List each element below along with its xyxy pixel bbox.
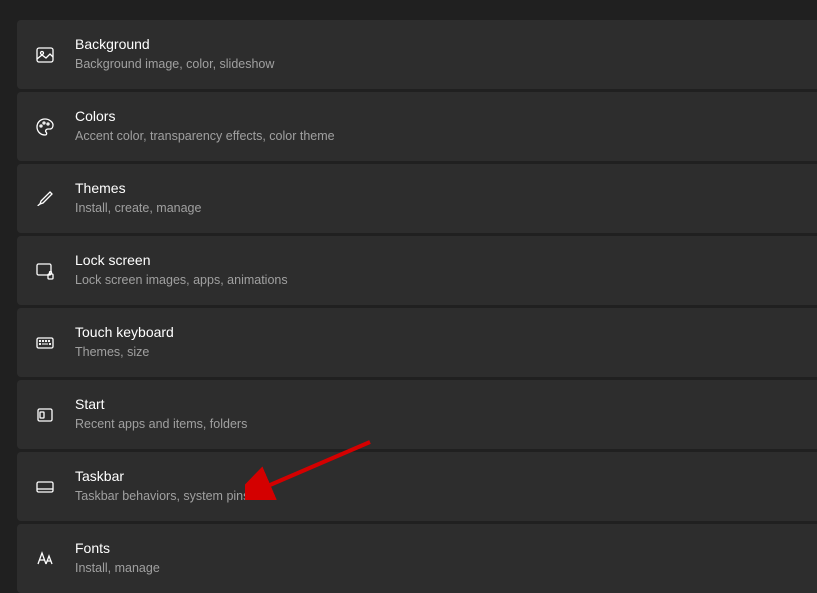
item-subtitle: Themes, size <box>75 344 174 362</box>
lock-screen-icon <box>33 259 57 283</box>
settings-item-themes[interactable]: Themes Install, create, manage <box>17 164 817 233</box>
settings-item-lock-screen[interactable]: Lock screen Lock screen images, apps, an… <box>17 236 817 305</box>
item-title: Touch keyboard <box>75 323 174 343</box>
fonts-icon <box>33 547 57 571</box>
settings-item-taskbar[interactable]: Taskbar Taskbar behaviors, system pins <box>17 452 817 521</box>
item-title: Background <box>75 35 274 55</box>
item-title: Lock screen <box>75 251 288 271</box>
item-subtitle: Lock screen images, apps, animations <box>75 272 288 290</box>
item-title: Fonts <box>75 539 160 559</box>
item-subtitle: Accent color, transparency effects, colo… <box>75 128 335 146</box>
settings-item-start[interactable]: Start Recent apps and items, folders <box>17 380 817 449</box>
keyboard-icon <box>33 331 57 355</box>
image-icon <box>33 43 57 67</box>
settings-item-fonts[interactable]: Fonts Install, manage <box>17 524 817 593</box>
item-subtitle: Install, manage <box>75 560 160 578</box>
palette-icon <box>33 115 57 139</box>
item-title: Themes <box>75 179 201 199</box>
start-icon <box>33 403 57 427</box>
taskbar-icon <box>33 475 57 499</box>
item-subtitle: Install, create, manage <box>75 200 201 218</box>
settings-item-background[interactable]: Background Background image, color, slid… <box>17 20 817 89</box>
item-subtitle: Recent apps and items, folders <box>75 416 247 434</box>
item-title: Start <box>75 395 247 415</box>
item-subtitle: Taskbar behaviors, system pins <box>75 488 249 506</box>
brush-icon <box>33 187 57 211</box>
item-title: Colors <box>75 107 335 127</box>
settings-item-colors[interactable]: Colors Accent color, transparency effect… <box>17 92 817 161</box>
item-subtitle: Background image, color, slideshow <box>75 56 274 74</box>
settings-item-touch-keyboard[interactable]: Touch keyboard Themes, size <box>17 308 817 377</box>
item-title: Taskbar <box>75 467 249 487</box>
